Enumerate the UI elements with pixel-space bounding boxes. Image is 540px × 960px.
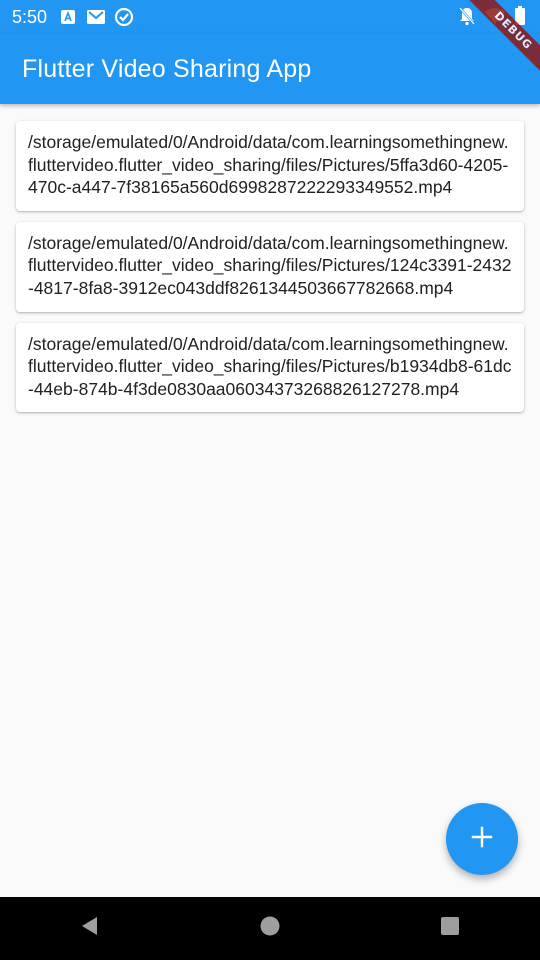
video-list-item[interactable]: /storage/emulated/0/Android/data/com.lea… bbox=[16, 322, 524, 413]
video-path: /storage/emulated/0/Android/data/com.lea… bbox=[28, 333, 512, 399]
video-list: /storage/emulated/0/Android/data/com.lea… bbox=[16, 121, 524, 423]
video-list-item[interactable]: /storage/emulated/0/Android/data/com.lea… bbox=[16, 221, 524, 312]
nav-home-button[interactable] bbox=[240, 909, 300, 949]
plus-icon bbox=[470, 825, 494, 854]
sync-icon bbox=[113, 6, 135, 28]
back-icon bbox=[79, 915, 101, 942]
recents-icon bbox=[439, 915, 461, 942]
page-title: Flutter Video Sharing App bbox=[22, 54, 312, 83]
nav-back-button[interactable] bbox=[60, 909, 120, 949]
font-icon bbox=[57, 6, 79, 28]
navigation-bar bbox=[0, 897, 540, 960]
status-bar: 5:50 bbox=[0, 0, 540, 34]
status-time: 5:50 bbox=[12, 6, 48, 27]
video-path: /storage/emulated/0/Android/data/com.lea… bbox=[28, 232, 512, 298]
home-icon bbox=[259, 915, 281, 942]
gmail-icon bbox=[85, 6, 107, 28]
nav-recents-button[interactable] bbox=[420, 909, 480, 949]
notifications-off-icon bbox=[458, 6, 476, 31]
app-bar: Flutter Video Sharing App bbox=[0, 34, 540, 104]
video-list-item[interactable]: /storage/emulated/0/Android/data/com.lea… bbox=[16, 121, 524, 211]
add-video-button[interactable] bbox=[446, 803, 518, 875]
video-path: /storage/emulated/0/Android/data/com.lea… bbox=[28, 132, 509, 198]
